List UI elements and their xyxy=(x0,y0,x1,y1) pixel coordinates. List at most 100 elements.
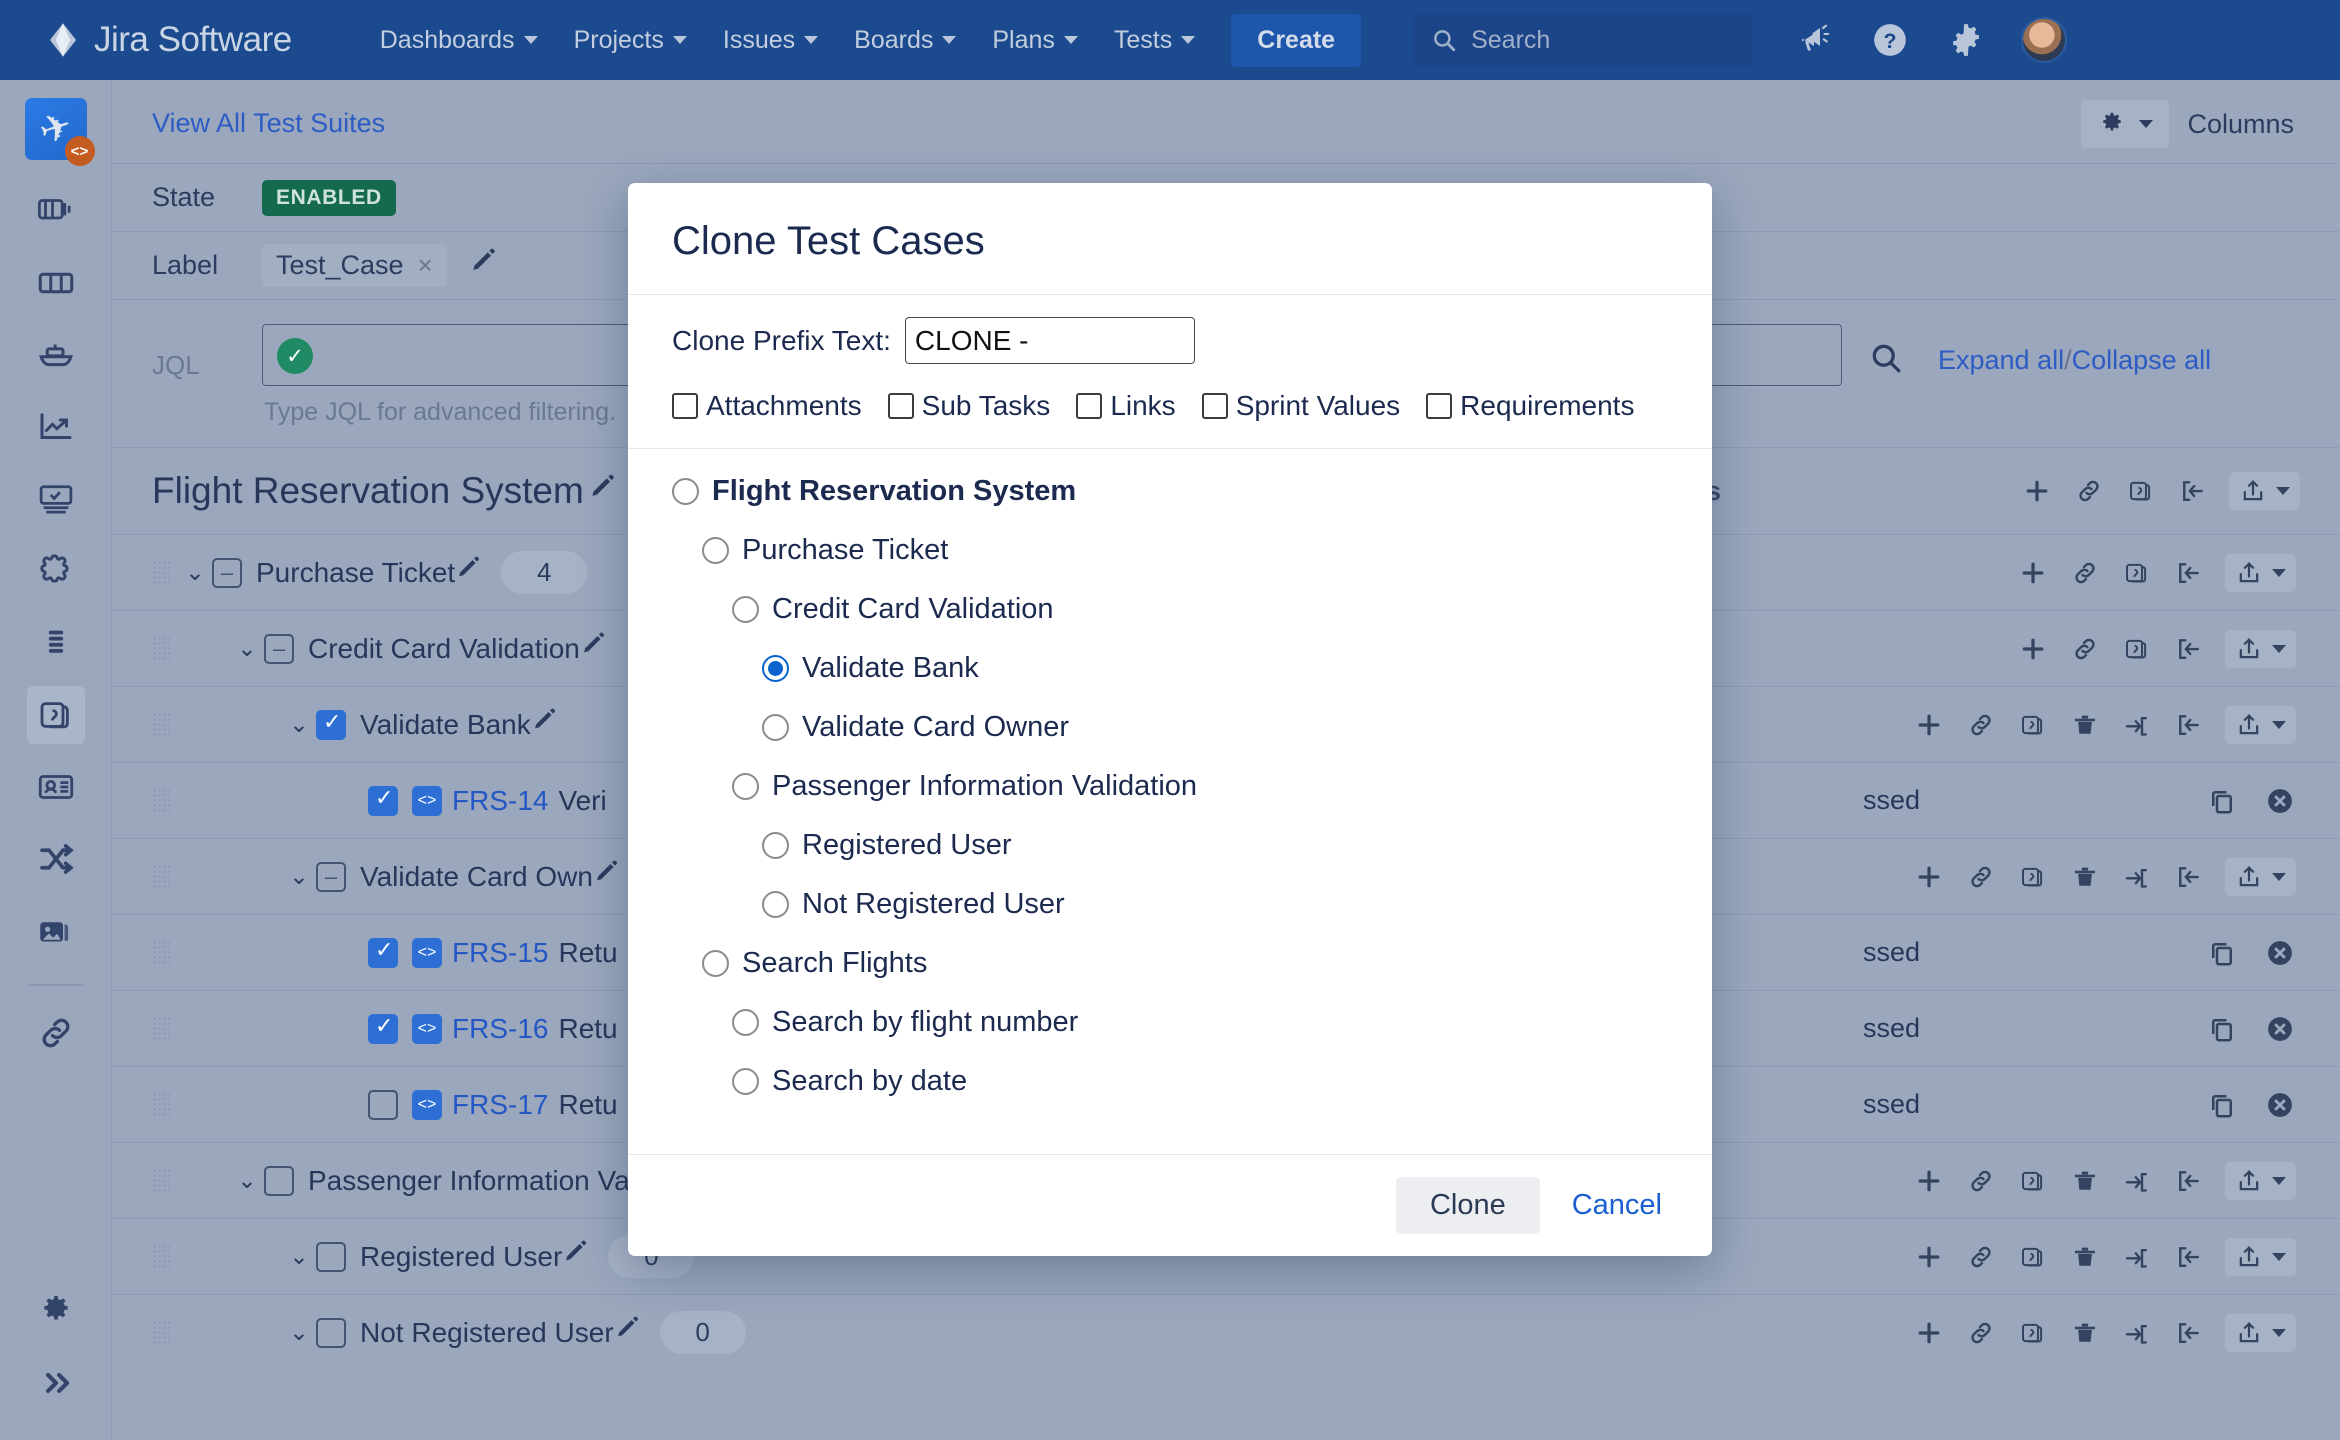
add-icon[interactable] xyxy=(1913,1317,1945,1349)
expand-caret-icon[interactable]: ⌄ xyxy=(178,559,212,586)
row-checkbox[interactable] xyxy=(316,709,346,740)
expand-caret-icon[interactable]: ⌄ xyxy=(282,863,316,890)
checkbox-icon[interactable] xyxy=(672,393,698,419)
expand-caret-icon[interactable]: ⌄ xyxy=(230,635,264,662)
row-checkbox[interactable] xyxy=(368,937,398,968)
checkbox-icon[interactable] xyxy=(887,393,914,419)
delete-icon[interactable] xyxy=(2069,1317,2101,1349)
jira-brand[interactable]: Jira Software xyxy=(44,20,292,60)
row-checkbox[interactable] xyxy=(368,1089,398,1120)
link-icon[interactable] xyxy=(2069,557,2101,589)
sidebar-item-board[interactable] xyxy=(27,254,85,312)
row-checkbox[interactable]: – xyxy=(316,861,346,892)
remove-icon[interactable] xyxy=(2264,937,2296,969)
drag-handle[interactable] xyxy=(152,787,170,814)
drag-handle[interactable] xyxy=(152,939,170,966)
sidebar-item-test-case[interactable] xyxy=(27,758,85,816)
import-icon[interactable] xyxy=(2173,861,2205,893)
row-checkbox[interactable]: – xyxy=(212,557,242,588)
sidebar-item-links[interactable] xyxy=(27,1004,85,1062)
remove-icon[interactable] xyxy=(2264,1089,2296,1121)
add-icon[interactable] xyxy=(1913,861,1945,893)
clone-icon[interactable] xyxy=(2206,785,2238,817)
test-suite-icon[interactable] xyxy=(2125,475,2157,507)
checkbox-icon[interactable] xyxy=(1201,393,1228,419)
move-icon[interactable] xyxy=(2121,1241,2153,1273)
test-suite-icon[interactable] xyxy=(2121,633,2153,665)
export-menu-button[interactable] xyxy=(2225,857,2296,896)
radio-button[interactable] xyxy=(762,655,789,682)
edit-pencil-icon[interactable] xyxy=(469,247,499,284)
delete-icon[interactable] xyxy=(2069,861,2101,893)
export-menu-button[interactable] xyxy=(2229,472,2300,510)
link-icon[interactable] xyxy=(1965,1165,1997,1197)
row-checkbox[interactable] xyxy=(316,1241,346,1272)
radio-button[interactable] xyxy=(732,1009,759,1036)
label-tag[interactable]: Test_Case × xyxy=(262,244,447,287)
clone-prefix-input[interactable] xyxy=(904,317,1195,364)
checkbox-icon[interactable] xyxy=(1076,393,1103,419)
import-icon[interactable] xyxy=(2177,475,2209,507)
export-menu-button[interactable] xyxy=(2225,1237,2296,1276)
import-icon[interactable] xyxy=(2173,557,2205,589)
export-menu-button[interactable] xyxy=(2225,1313,2296,1352)
link-icon[interactable] xyxy=(1965,1241,1997,1273)
view-all-test-suites-link[interactable]: View All Test Suites xyxy=(112,80,385,163)
test-suite-icon[interactable] xyxy=(2017,1317,2049,1349)
drag-handle[interactable] xyxy=(152,863,170,890)
drag-handle[interactable] xyxy=(152,1015,170,1042)
link-icon[interactable] xyxy=(1965,1317,1997,1349)
clone-option-links[interactable]: Links xyxy=(1076,390,1176,422)
link-icon[interactable] xyxy=(2073,475,2105,507)
tree-node[interactable]: Registered User xyxy=(762,829,1668,862)
sidebar-item-list[interactable] xyxy=(27,614,85,672)
radio-button[interactable] xyxy=(762,714,789,741)
issue-key-link[interactable]: FRS-15 xyxy=(452,937,548,969)
sidebar-item-reports[interactable] xyxy=(27,398,85,456)
table-settings-button[interactable] xyxy=(2081,100,2170,148)
jql-search-icon[interactable] xyxy=(1868,340,1904,381)
drag-handle[interactable] xyxy=(152,711,170,738)
issue-key-link[interactable]: FRS-14 xyxy=(452,785,548,817)
edit-pencil-icon[interactable] xyxy=(562,1239,590,1274)
sidebar-item-add-ons[interactable] xyxy=(27,542,85,600)
sidebar-item-shuffle[interactable] xyxy=(27,830,85,888)
drag-handle[interactable] xyxy=(152,1243,170,1270)
remove-icon[interactable] xyxy=(2264,1013,2296,1045)
test-suite-icon[interactable] xyxy=(2017,709,2049,741)
expand-caret-icon[interactable]: ⌄ xyxy=(282,1243,316,1270)
collapse-all-link[interactable]: Collapse all xyxy=(2072,345,2212,375)
move-icon[interactable] xyxy=(2121,1317,2153,1349)
expand-all-link[interactable]: Expand all xyxy=(1938,345,2064,375)
tree-node[interactable]: Search by date xyxy=(732,1065,1668,1098)
user-avatar[interactable] xyxy=(2021,17,2068,63)
import-icon[interactable] xyxy=(2173,1317,2205,1349)
radio-button[interactable] xyxy=(762,891,789,918)
test-suite-icon[interactable] xyxy=(2017,861,2049,893)
edit-pencil-icon[interactable] xyxy=(531,707,559,742)
export-menu-button[interactable] xyxy=(2225,553,2296,592)
radio-button[interactable] xyxy=(732,773,759,800)
tree-node[interactable]: Search Flights xyxy=(702,947,1668,980)
import-icon[interactable] xyxy=(2173,1165,2205,1197)
radio-button[interactable] xyxy=(732,1068,759,1095)
nav-item-plans[interactable]: Plans xyxy=(976,16,1094,65)
clone-button[interactable]: Clone xyxy=(1395,1177,1540,1234)
sidebar-item-releases[interactable] xyxy=(27,326,85,384)
test-suite-icon[interactable] xyxy=(2121,557,2153,589)
row-checkbox[interactable]: – xyxy=(264,633,294,664)
clone-option-requirements[interactable]: Requirements xyxy=(1426,390,1634,422)
move-icon[interactable] xyxy=(2121,861,2153,893)
drag-handle[interactable] xyxy=(152,1091,170,1118)
tree-node[interactable]: Credit Card Validation xyxy=(732,593,1668,626)
sidebar-item-project-settings[interactable] xyxy=(27,1282,85,1340)
delete-icon[interactable] xyxy=(2069,709,2101,741)
tree-node[interactable]: Purchase Ticket xyxy=(702,534,1668,567)
table-row[interactable]: ⌄ Not Registered User 0 xyxy=(112,1294,2340,1370)
project-avatar[interactable]: ✈ <> xyxy=(24,98,95,166)
add-icon[interactable] xyxy=(1913,709,1945,741)
tree-node[interactable]: Passenger Information Validation xyxy=(732,770,1668,803)
tree-node[interactable]: Not Registered User xyxy=(762,888,1668,921)
export-menu-button[interactable] xyxy=(2225,705,2296,744)
drag-handle[interactable] xyxy=(152,1167,170,1194)
